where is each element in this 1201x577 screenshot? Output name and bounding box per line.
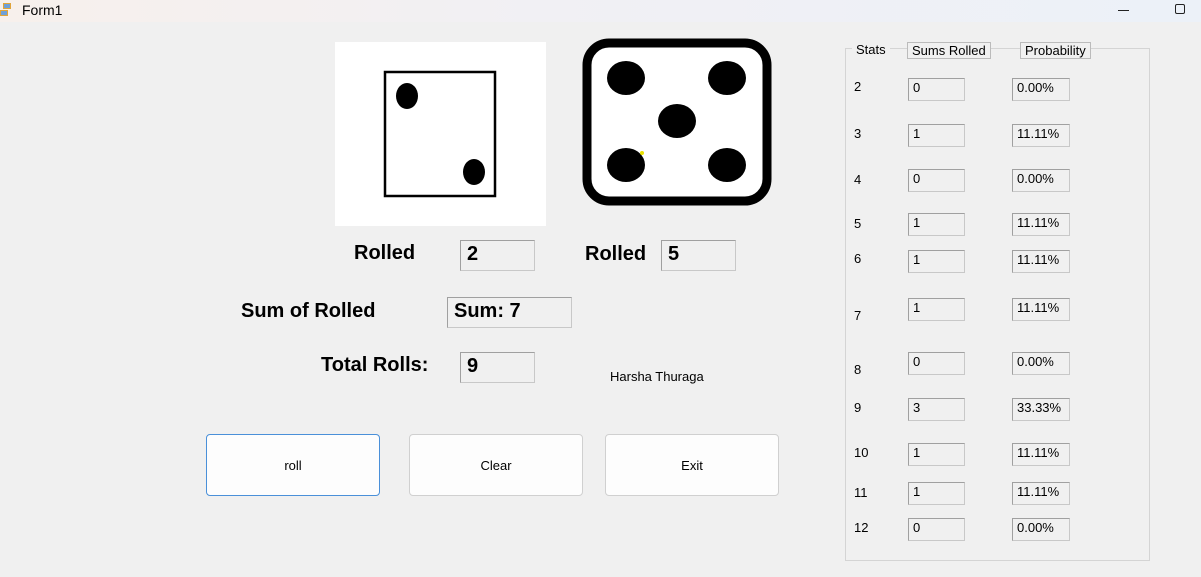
stat-sum-label: 11 (854, 485, 868, 500)
die-two-value-field[interactable]: 5 (661, 240, 736, 271)
probability-field[interactable]: 11.11% (1012, 213, 1070, 236)
die-two-image (582, 38, 772, 206)
die-one-image (335, 42, 546, 226)
probability-field[interactable]: 11.11% (1012, 250, 1070, 273)
probability-field[interactable]: 11.11% (1012, 482, 1070, 505)
sum-field[interactable]: Sum: 7 (447, 297, 572, 328)
stat-sum-label: 3 (854, 126, 862, 141)
probability-header: Probability (1020, 42, 1091, 59)
rolled-label-2: Rolled (585, 243, 647, 265)
stat-sum-label: 8 (854, 362, 862, 377)
clear-button[interactable]: Clear (409, 434, 583, 496)
stat-sum-label: 9 (854, 400, 862, 415)
sum-count-field[interactable]: 1 (908, 482, 965, 505)
window-title: Form1 (22, 2, 63, 18)
probability-field[interactable]: 33.33% (1012, 398, 1070, 421)
sum-count-field[interactable]: 0 (908, 169, 965, 192)
sum-count-field[interactable]: 1 (908, 443, 965, 466)
sum-of-rolled-label: Sum of Rolled (241, 300, 376, 322)
stat-sum-label: 6 (854, 251, 862, 266)
sum-count-field[interactable]: 1 (908, 298, 965, 321)
stat-sum-label: 5 (854, 216, 862, 231)
probability-field[interactable]: 0.00% (1012, 78, 1070, 101)
probability-field[interactable]: 0.00% (1012, 169, 1070, 192)
title-bar: Form1 (0, 0, 1201, 22)
probability-field[interactable]: 0.00% (1012, 518, 1070, 541)
stat-sum-label: 10 (854, 445, 869, 460)
minimize-button[interactable] (1101, 0, 1147, 22)
stat-sum-label: 4 (854, 172, 862, 187)
total-rolls-label: Total Rolls: (321, 354, 429, 376)
exit-button[interactable]: Exit (605, 434, 779, 496)
probability-field[interactable]: 11.11% (1012, 124, 1070, 147)
rolled-label-1: Rolled (354, 242, 416, 264)
stat-sum-label: 2 (854, 79, 862, 94)
stat-sum-label: 12 (854, 520, 869, 535)
sum-count-field[interactable]: 0 (908, 78, 965, 101)
probability-field[interactable]: 11.11% (1012, 298, 1070, 321)
sum-count-field[interactable]: 0 (908, 352, 965, 375)
maximize-button[interactable] (1156, 0, 1201, 22)
sum-count-field[interactable]: 1 (908, 250, 965, 273)
stat-sum-label: 7 (854, 308, 862, 323)
total-rolls-field[interactable]: 9 (460, 352, 535, 383)
sum-count-field[interactable]: 1 (908, 124, 965, 147)
sum-count-field[interactable]: 1 (908, 213, 965, 236)
probability-field[interactable]: 11.11% (1012, 443, 1070, 466)
sum-count-field[interactable]: 3 (908, 398, 965, 421)
die-one-value-field[interactable]: 2 (460, 240, 535, 271)
stats-group-box (845, 48, 1150, 561)
sum-count-field[interactable]: 0 (908, 518, 965, 541)
probability-field[interactable]: 0.00% (1012, 352, 1070, 375)
stats-group-title: Stats (852, 42, 890, 57)
author-label: Harsha Thuraga (610, 369, 704, 384)
sums-rolled-header: Sums Rolled (907, 42, 991, 59)
roll-button[interactable]: roll (206, 434, 380, 496)
app-icon (0, 3, 11, 16)
